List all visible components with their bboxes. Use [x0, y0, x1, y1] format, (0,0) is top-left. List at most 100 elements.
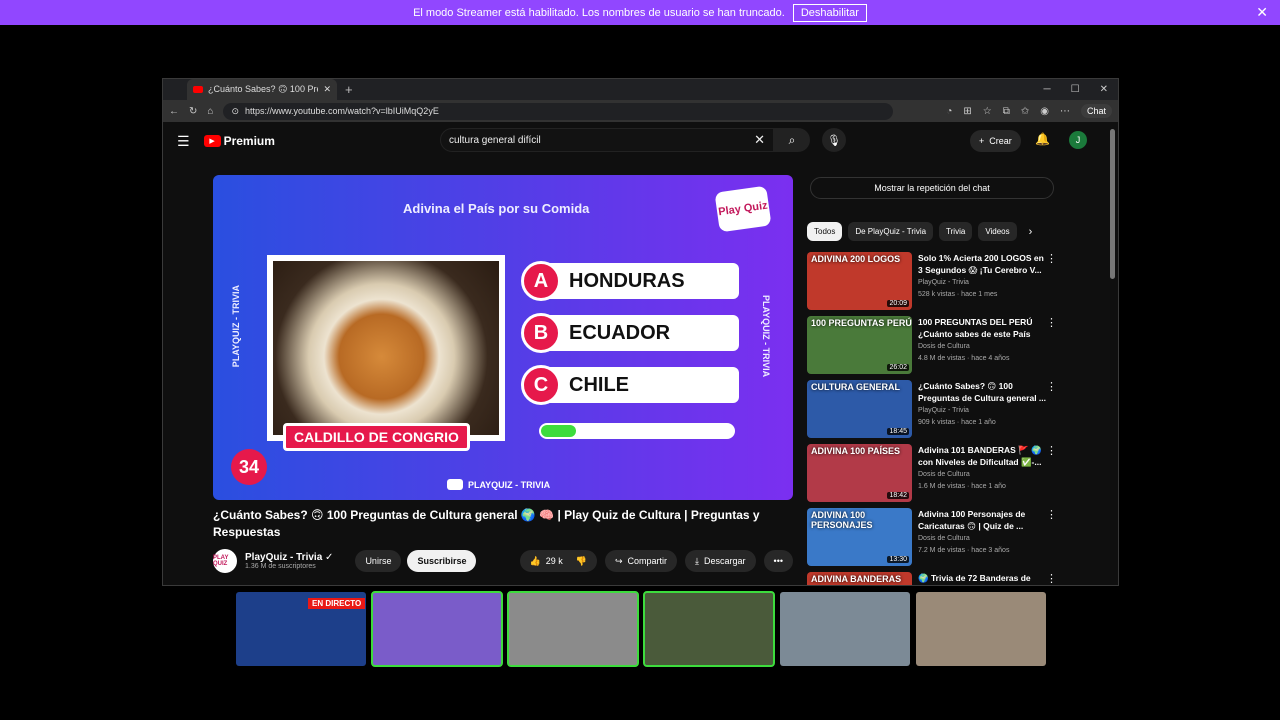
recommended-video[interactable]: ADIVINA BANDERAS 🌍 Trivia de 72 Banderas …: [807, 572, 1057, 585]
close-icon[interactable]: ✕: [1256, 4, 1268, 21]
more-actions-button[interactable]: •••: [763, 550, 793, 572]
video-duration: 18:42: [887, 492, 909, 499]
participant-tile[interactable]: [507, 591, 639, 667]
participant-tile[interactable]: [780, 592, 910, 666]
more-options-icon[interactable]: ⋮: [1046, 316, 1057, 376]
video-thumbnail[interactable]: ADIVINA 100 PAÍSES 18:42: [807, 444, 912, 502]
video-channel[interactable]: PlayQuiz - Trivia: [918, 278, 1046, 288]
more-options-icon[interactable]: ⋮: [1046, 508, 1057, 568]
tab-close-icon[interactable]: ✕: [323, 84, 331, 95]
channel-avatar[interactable]: PLAY QUIZ: [213, 549, 237, 573]
recommended-video[interactable]: 100 PREGUNTAS PERÚ 26:02 100 PREGUNTAS DEL…: [807, 316, 1057, 376]
subscribe-button[interactable]: Suscribirse: [407, 550, 477, 572]
home-icon[interactable]: ⌂: [207, 106, 213, 117]
maximize-icon[interactable]: ☐: [1071, 84, 1080, 95]
address-bar-row: ← ↻ ⌂ ⊙ https://www.youtube.com/watch?v=…: [163, 100, 1118, 122]
chip-from-channel[interactable]: De PlayQuiz - Trivia: [848, 222, 934, 241]
video-meta: 4.8 M de vistas · hace 4 años: [918, 355, 1010, 362]
refresh-icon[interactable]: ↻: [189, 106, 197, 117]
chip-videos[interactable]: Videos: [978, 222, 1017, 241]
video-duration: 18:45: [887, 428, 909, 435]
voice-search-button[interactable]: 🎙: [822, 128, 846, 152]
more-options-icon[interactable]: ⋮: [1046, 252, 1057, 312]
scrollbar[interactable]: [1110, 129, 1115, 279]
search-button[interactable]: ⌕: [774, 128, 810, 152]
channel-info: PlayQuiz - Trivia ✓ 1.36 M de suscriptor…: [245, 552, 333, 570]
show-chat-replay-button[interactable]: Mostrar la repetición del chat: [810, 177, 1054, 199]
share-button[interactable]: ↪ Compartir: [604, 550, 678, 572]
playquiz-logo: Play Quiz: [714, 185, 772, 233]
dislike-icon[interactable]: 👎: [576, 556, 587, 567]
option-letter: C: [521, 365, 561, 405]
browser-window: ¿Cuánto Sabes? 🙃 100 Pregunta ✕ + ─ ☐ ✕ …: [162, 78, 1119, 586]
youtube-logo[interactable]: ▶ Premium: [203, 134, 275, 148]
video-title[interactable]: Adivina 101 BANDERAS 🚩 🌍 con Niveles de …: [918, 444, 1046, 468]
option-letter: B: [521, 313, 561, 353]
video-channel[interactable]: Dosis de Cultura: [918, 342, 1046, 352]
participant-tile[interactable]: [371, 591, 503, 667]
more-options-icon[interactable]: ⋮: [1046, 572, 1057, 585]
thumbnail-label: 100 PREGUNTAS PERÚ: [811, 318, 912, 328]
channel-name[interactable]: PlayQuiz - Trivia ✓: [245, 552, 333, 563]
browser-tab[interactable]: ¿Cuánto Sabes? 🙃 100 Pregunta ✕: [187, 79, 337, 100]
participant-tile[interactable]: [916, 592, 1046, 666]
download-button[interactable]: ⤓ Descargar: [685, 550, 756, 572]
video-title[interactable]: 🌍 Trivia de 72 Banderas de: [918, 572, 1046, 584]
address-bar[interactable]: ⊙ https://www.youtube.com/watch?v=lbIUiM…: [223, 102, 894, 120]
clear-search-icon[interactable]: ✕: [754, 132, 765, 148]
video-thumbnail[interactable]: CULTURA GENERAL 18:45: [807, 380, 912, 438]
more-options-icon[interactable]: ⋮: [1046, 380, 1057, 440]
video-thumbnail[interactable]: ADIVINA 100 PERSONAJES 13:30: [807, 508, 912, 566]
back-icon[interactable]: ←: [169, 106, 179, 117]
avatar[interactable]: J: [1069, 131, 1087, 149]
video-title[interactable]: 100 PREGUNTAS DEL PERÚ ¿Cuánto sabes de …: [918, 316, 1046, 340]
video-info: 100 PREGUNTAS DEL PERÚ ¿Cuánto sabes de …: [918, 316, 1046, 376]
profile-icon[interactable]: ◉: [1040, 106, 1049, 117]
copilot-chat-button[interactable]: Chat: [1080, 104, 1112, 118]
new-tab-icon[interactable]: +: [345, 82, 353, 97]
bell-icon[interactable]: 🔔: [1035, 132, 1050, 146]
minimize-icon[interactable]: ─: [1044, 84, 1051, 95]
video-title[interactable]: Solo 1% Acierta 200 LOGOS en 3 Segundos …: [918, 252, 1046, 276]
notification-icon[interactable]: ◔: [946, 106, 952, 117]
side-text-right: PLAYQUIZ - TRIVIA: [761, 295, 771, 378]
video-channel[interactable]: Dosis de Cultura: [918, 534, 1046, 544]
site-info-icon[interactable]: ⊙: [231, 106, 239, 117]
extensions-icon[interactable]: ⧉: [1003, 106, 1010, 117]
video-thumbnail[interactable]: ADIVINA BANDERAS: [807, 572, 912, 585]
like-icon[interactable]: 👍: [530, 556, 541, 567]
disable-streamer-mode-button[interactable]: Deshabilitar: [792, 3, 867, 22]
search-input[interactable]: cultura general difícil ✕: [440, 128, 774, 152]
participant-tile[interactable]: EN DIRECTO: [236, 592, 366, 666]
recommended-video[interactable]: CULTURA GENERAL 18:45 ¿Cuánto Sabes? 🙃 100…: [807, 380, 1057, 440]
timer-bar: [539, 423, 735, 439]
browser-toolbar: ◔ ⊞ ☆ ⧉ ✩ ◉ ⋯ Chat: [946, 104, 1112, 118]
video-thumbnail[interactable]: 100 PREGUNTAS PERÚ 26:02: [807, 316, 912, 374]
more-options-icon[interactable]: ⋮: [1046, 444, 1057, 504]
youtube-favicon-icon: [193, 86, 203, 93]
create-button[interactable]: + Crear: [970, 130, 1021, 152]
join-button[interactable]: Unirse: [355, 550, 402, 572]
video-title[interactable]: ¿Cuánto Sabes? 🙃 100 Preguntas de Cultur…: [918, 380, 1046, 404]
participant-tile[interactable]: [643, 591, 775, 667]
collections-icon[interactable]: ✩: [1021, 106, 1029, 117]
close-window-icon[interactable]: ✕: [1100, 84, 1108, 95]
logo-text: Premium: [223, 134, 275, 148]
search-value: cultura general difícil: [449, 134, 541, 146]
video-channel[interactable]: Dosis de Cultura: [918, 470, 1046, 480]
menu-icon[interactable]: ⋯: [1060, 106, 1070, 117]
video-channel[interactable]: PlayQuiz - Trivia: [918, 406, 1046, 416]
chip-all[interactable]: Todos: [807, 222, 843, 241]
video-meta: 909 k vistas · hace 1 año: [918, 419, 996, 426]
favorite-icon[interactable]: ☆: [983, 106, 992, 117]
hamburger-menu-icon[interactable]: ☰: [177, 133, 190, 150]
chip-trivia[interactable]: Trivia: [939, 222, 973, 241]
recommended-video[interactable]: ADIVINA 100 PERSONAJES 13:30 Adivina 100 P…: [807, 508, 1057, 568]
recommended-video[interactable]: ADIVINA 100 PAÍSES 18:42 Adivina 101 BANDE…: [807, 444, 1057, 504]
video-title[interactable]: Adivina 100 Personajes de Caricaturas 🙃 …: [918, 508, 1046, 532]
chevron-right-icon[interactable]: ›: [1029, 226, 1033, 238]
apps-icon[interactable]: ⊞: [963, 106, 971, 117]
video-thumbnail[interactable]: ADIVINA 200 LOGOS 20:09: [807, 252, 912, 310]
video-player[interactable]: Adivina el País por su Comida Play Quiz …: [213, 175, 793, 500]
recommended-video[interactable]: ADIVINA 200 LOGOS 20:09 Solo 1% Acierta 20…: [807, 252, 1057, 312]
